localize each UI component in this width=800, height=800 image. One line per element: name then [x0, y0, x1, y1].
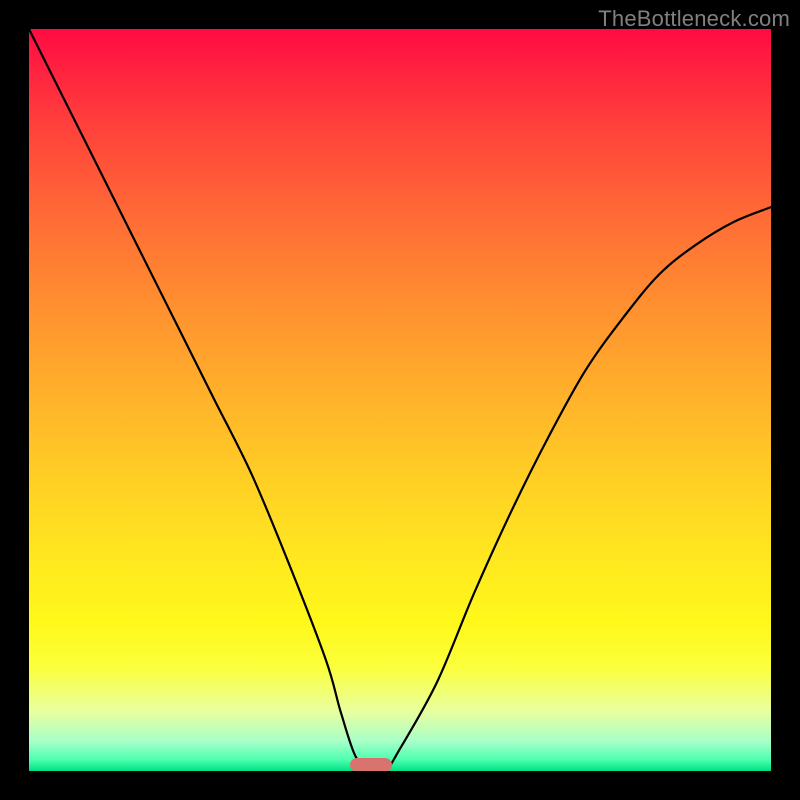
- optimal-marker: [350, 758, 392, 771]
- bottleneck-curve: [29, 29, 771, 771]
- chart-frame: TheBottleneck.com: [0, 0, 800, 800]
- plot-area: [29, 29, 771, 771]
- watermark-text: TheBottleneck.com: [598, 6, 790, 32]
